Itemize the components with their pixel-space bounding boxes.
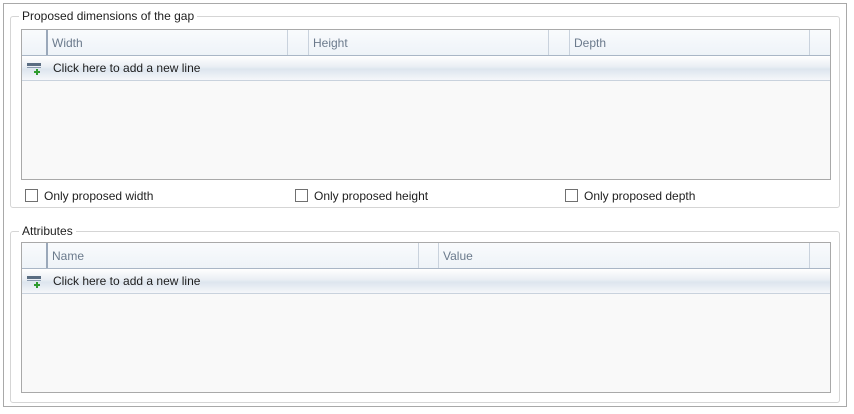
only-proposed-depth-label: Only proposed depth — [584, 189, 696, 203]
column-header-name[interactable]: Name — [48, 243, 419, 268]
column-sort-area[interactable] — [549, 30, 570, 55]
attributes-grid[interactable]: Name Value Click here to add a new line — [21, 242, 831, 393]
add-new-line-row[interactable]: Click here to add a new line — [22, 269, 830, 294]
checkbox-unchecked-icon[interactable] — [25, 189, 38, 202]
only-proposed-height-label: Only proposed height — [314, 189, 429, 203]
add-row-icon — [26, 62, 44, 76]
attributes-group: Attributes Name Value Click here to add … — [10, 224, 840, 403]
column-header-value[interactable]: Value — [439, 243, 810, 268]
attributes-title: Attributes — [19, 224, 76, 238]
add-new-line-row[interactable]: Click here to add a new line — [22, 56, 830, 81]
add-new-line-label: Click here to add a new line — [53, 274, 201, 288]
column-header-depth[interactable]: Depth — [570, 30, 810, 55]
grid-header: Width Height Depth — [22, 30, 830, 56]
grid-header: Name Value — [22, 243, 830, 269]
add-new-line-label: Click here to add a new line — [53, 61, 201, 75]
add-row-icon — [26, 275, 44, 289]
panel-frame: Proposed dimensions of the gap Width Hei… — [3, 3, 847, 407]
checkbox-unchecked-icon[interactable] — [295, 189, 308, 202]
only-proposed-width-label: Only proposed width — [44, 189, 154, 203]
column-sort-area[interactable] — [419, 243, 439, 268]
column-header-width[interactable]: Width — [48, 30, 288, 55]
row-selector-header — [22, 30, 48, 55]
checkbox-unchecked-icon[interactable] — [565, 189, 578, 202]
column-sort-area[interactable] — [288, 30, 309, 55]
gap-dimensions-title: Proposed dimensions of the gap — [19, 9, 198, 23]
row-selector-header — [22, 243, 48, 268]
gap-dimensions-group: Proposed dimensions of the gap Width Hei… — [10, 9, 840, 208]
column-header-height[interactable]: Height — [309, 30, 549, 55]
gap-dimensions-grid[interactable]: Width Height Depth Click here to add a n… — [21, 29, 831, 180]
